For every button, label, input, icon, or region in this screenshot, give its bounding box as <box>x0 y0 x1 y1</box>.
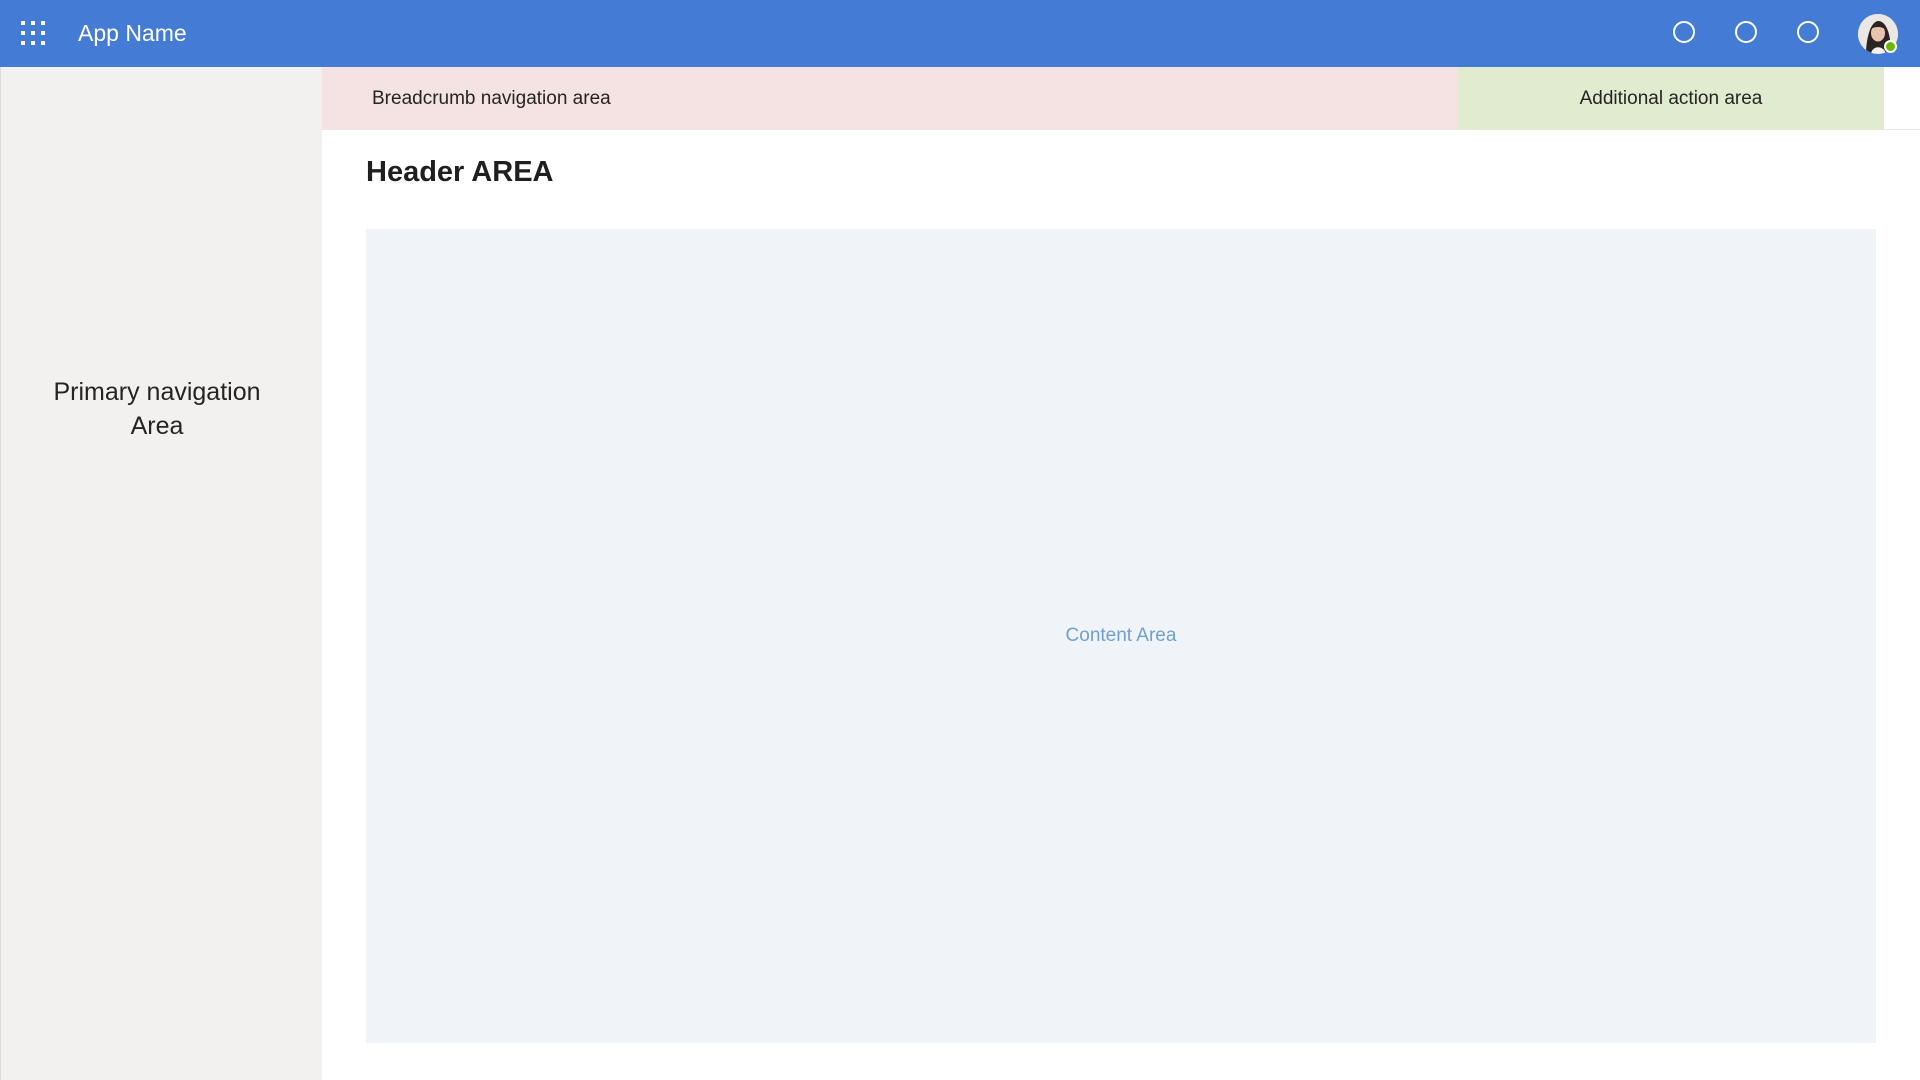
primary-navigation: Primary navigation Area <box>0 67 322 1080</box>
header-action-3-icon[interactable] <box>1797 21 1819 43</box>
header-action-2-icon[interactable] <box>1735 21 1757 43</box>
divider <box>1884 129 1920 130</box>
presence-status-icon <box>1884 40 1897 53</box>
breadcrumb-label: Breadcrumb navigation area <box>372 88 611 109</box>
breadcrumb: Breadcrumb navigation area <box>322 67 1458 130</box>
content-area: Content Area <box>366 229 1876 1043</box>
page-title: Header AREA <box>366 156 554 188</box>
header-action-1-icon[interactable] <box>1673 21 1695 43</box>
app-launcher-icon[interactable] <box>20 20 46 46</box>
additional-action-area: Additional action area <box>1458 67 1884 130</box>
top-bar: App Name <box>0 0 1920 67</box>
primary-navigation-label: Primary navigation Area <box>53 378 261 440</box>
content-area-label: Content Area <box>1065 625 1177 646</box>
app-name[interactable]: App Name <box>78 0 187 67</box>
